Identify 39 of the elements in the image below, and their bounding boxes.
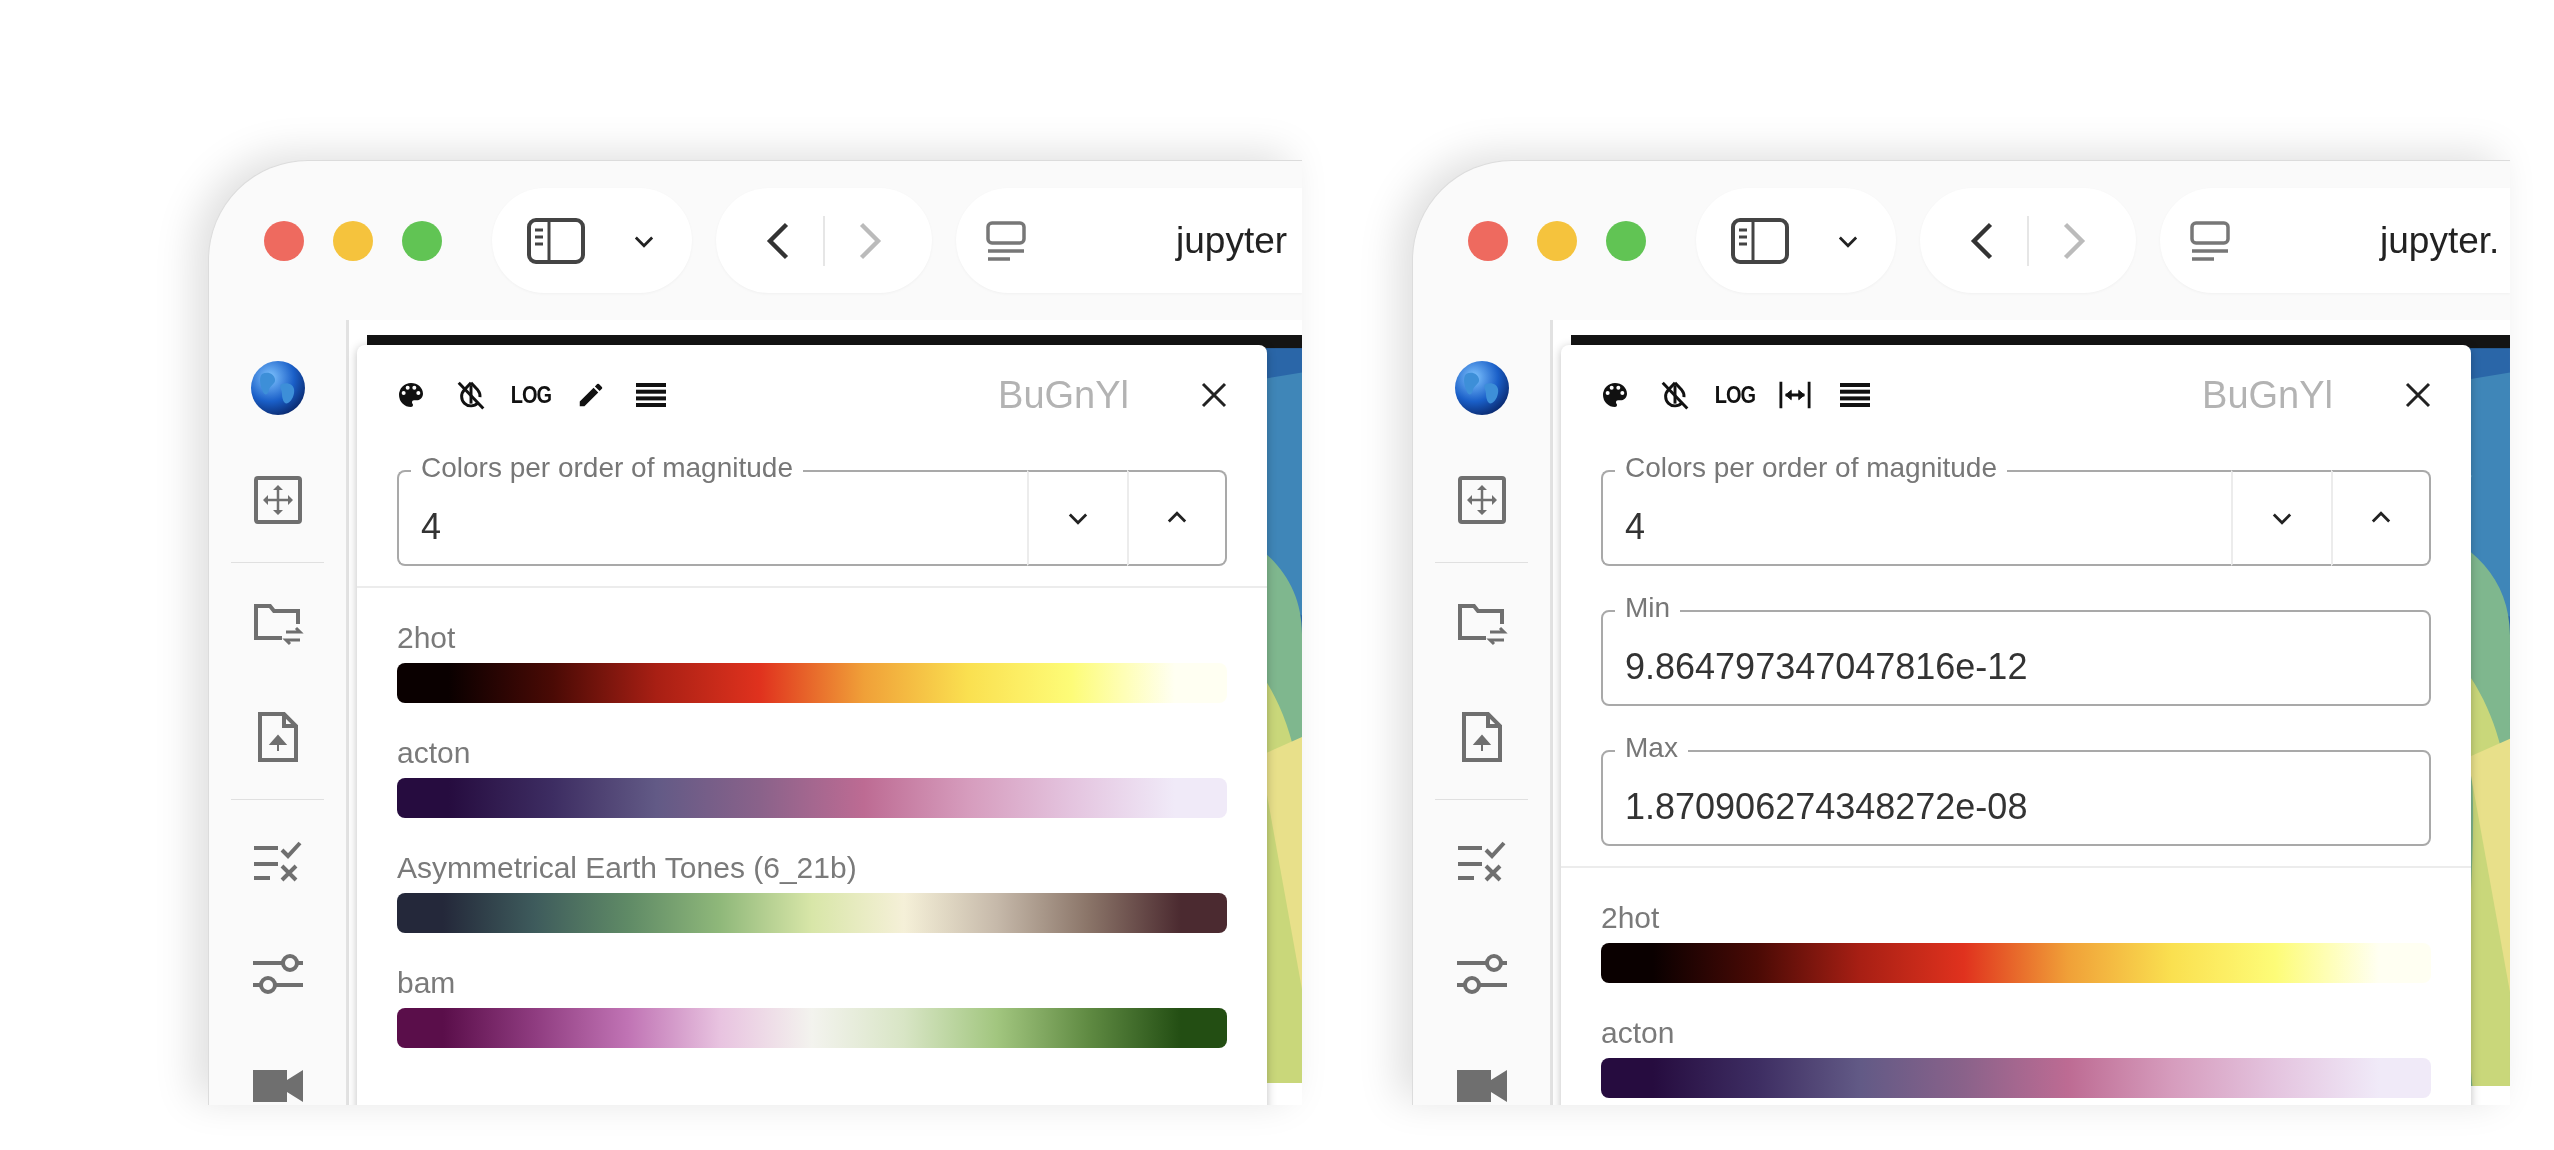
- checklist-icon[interactable]: [251, 840, 304, 884]
- menu-icon[interactable]: [1840, 383, 1870, 407]
- globe-icon[interactable]: [1453, 360, 1510, 416]
- close-icon[interactable]: [1201, 382, 1227, 408]
- colormap-title: BuGnYl: [998, 373, 1129, 417]
- globe-icon[interactable]: [249, 360, 306, 416]
- move-icon[interactable]: [252, 475, 303, 525]
- width-arrows-icon[interactable]: [1779, 380, 1811, 410]
- log-scale-button[interactable]: LOG: [1714, 381, 1756, 409]
- invert-colors-off-icon[interactable]: [456, 379, 486, 411]
- file-upload-icon[interactable]: [1460, 711, 1503, 763]
- close-window-button[interactable]: [264, 220, 304, 261]
- sidebar-icon[interactable]: [1730, 217, 1789, 264]
- invert-colors-off-icon[interactable]: [1660, 379, 1690, 411]
- menu-icon[interactable]: [636, 383, 666, 407]
- colormap-name: acton: [1601, 1015, 1675, 1051]
- colormap-name: bam: [397, 965, 456, 1001]
- address-bar[interactable]: jupyter.: [2160, 188, 2510, 293]
- colormap-name: 2hot: [397, 620, 456, 656]
- video-camera-icon[interactable]: [1454, 1068, 1509, 1104]
- video-camera-icon[interactable]: [250, 1068, 305, 1104]
- move-icon[interactable]: [1456, 475, 1507, 525]
- checklist-icon[interactable]: [1455, 840, 1508, 884]
- colormap-title: BuGnYl: [2202, 373, 2333, 417]
- log-scale-button[interactable]: LOG: [510, 381, 552, 409]
- colormap-name: 2hot: [1601, 900, 1660, 936]
- page-icon: [986, 220, 1026, 261]
- sliders-icon[interactable]: [250, 951, 305, 997]
- folder-swap-icon[interactable]: [1455, 602, 1508, 648]
- sliders-icon[interactable]: [1454, 951, 1509, 997]
- sidebar-icon[interactable]: [526, 217, 585, 264]
- address-bar[interactable]: jupyter: [956, 188, 1302, 293]
- close-window-button[interactable]: [1468, 220, 1508, 261]
- colormap-name: Asymmetrical Earth Tones (6_21b): [397, 850, 857, 886]
- colormap-name: acton: [397, 735, 471, 771]
- page-icon: [2190, 220, 2230, 261]
- close-icon[interactable]: [2405, 382, 2431, 408]
- file-upload-icon[interactable]: [256, 711, 299, 763]
- folder-swap-icon[interactable]: [251, 602, 304, 648]
